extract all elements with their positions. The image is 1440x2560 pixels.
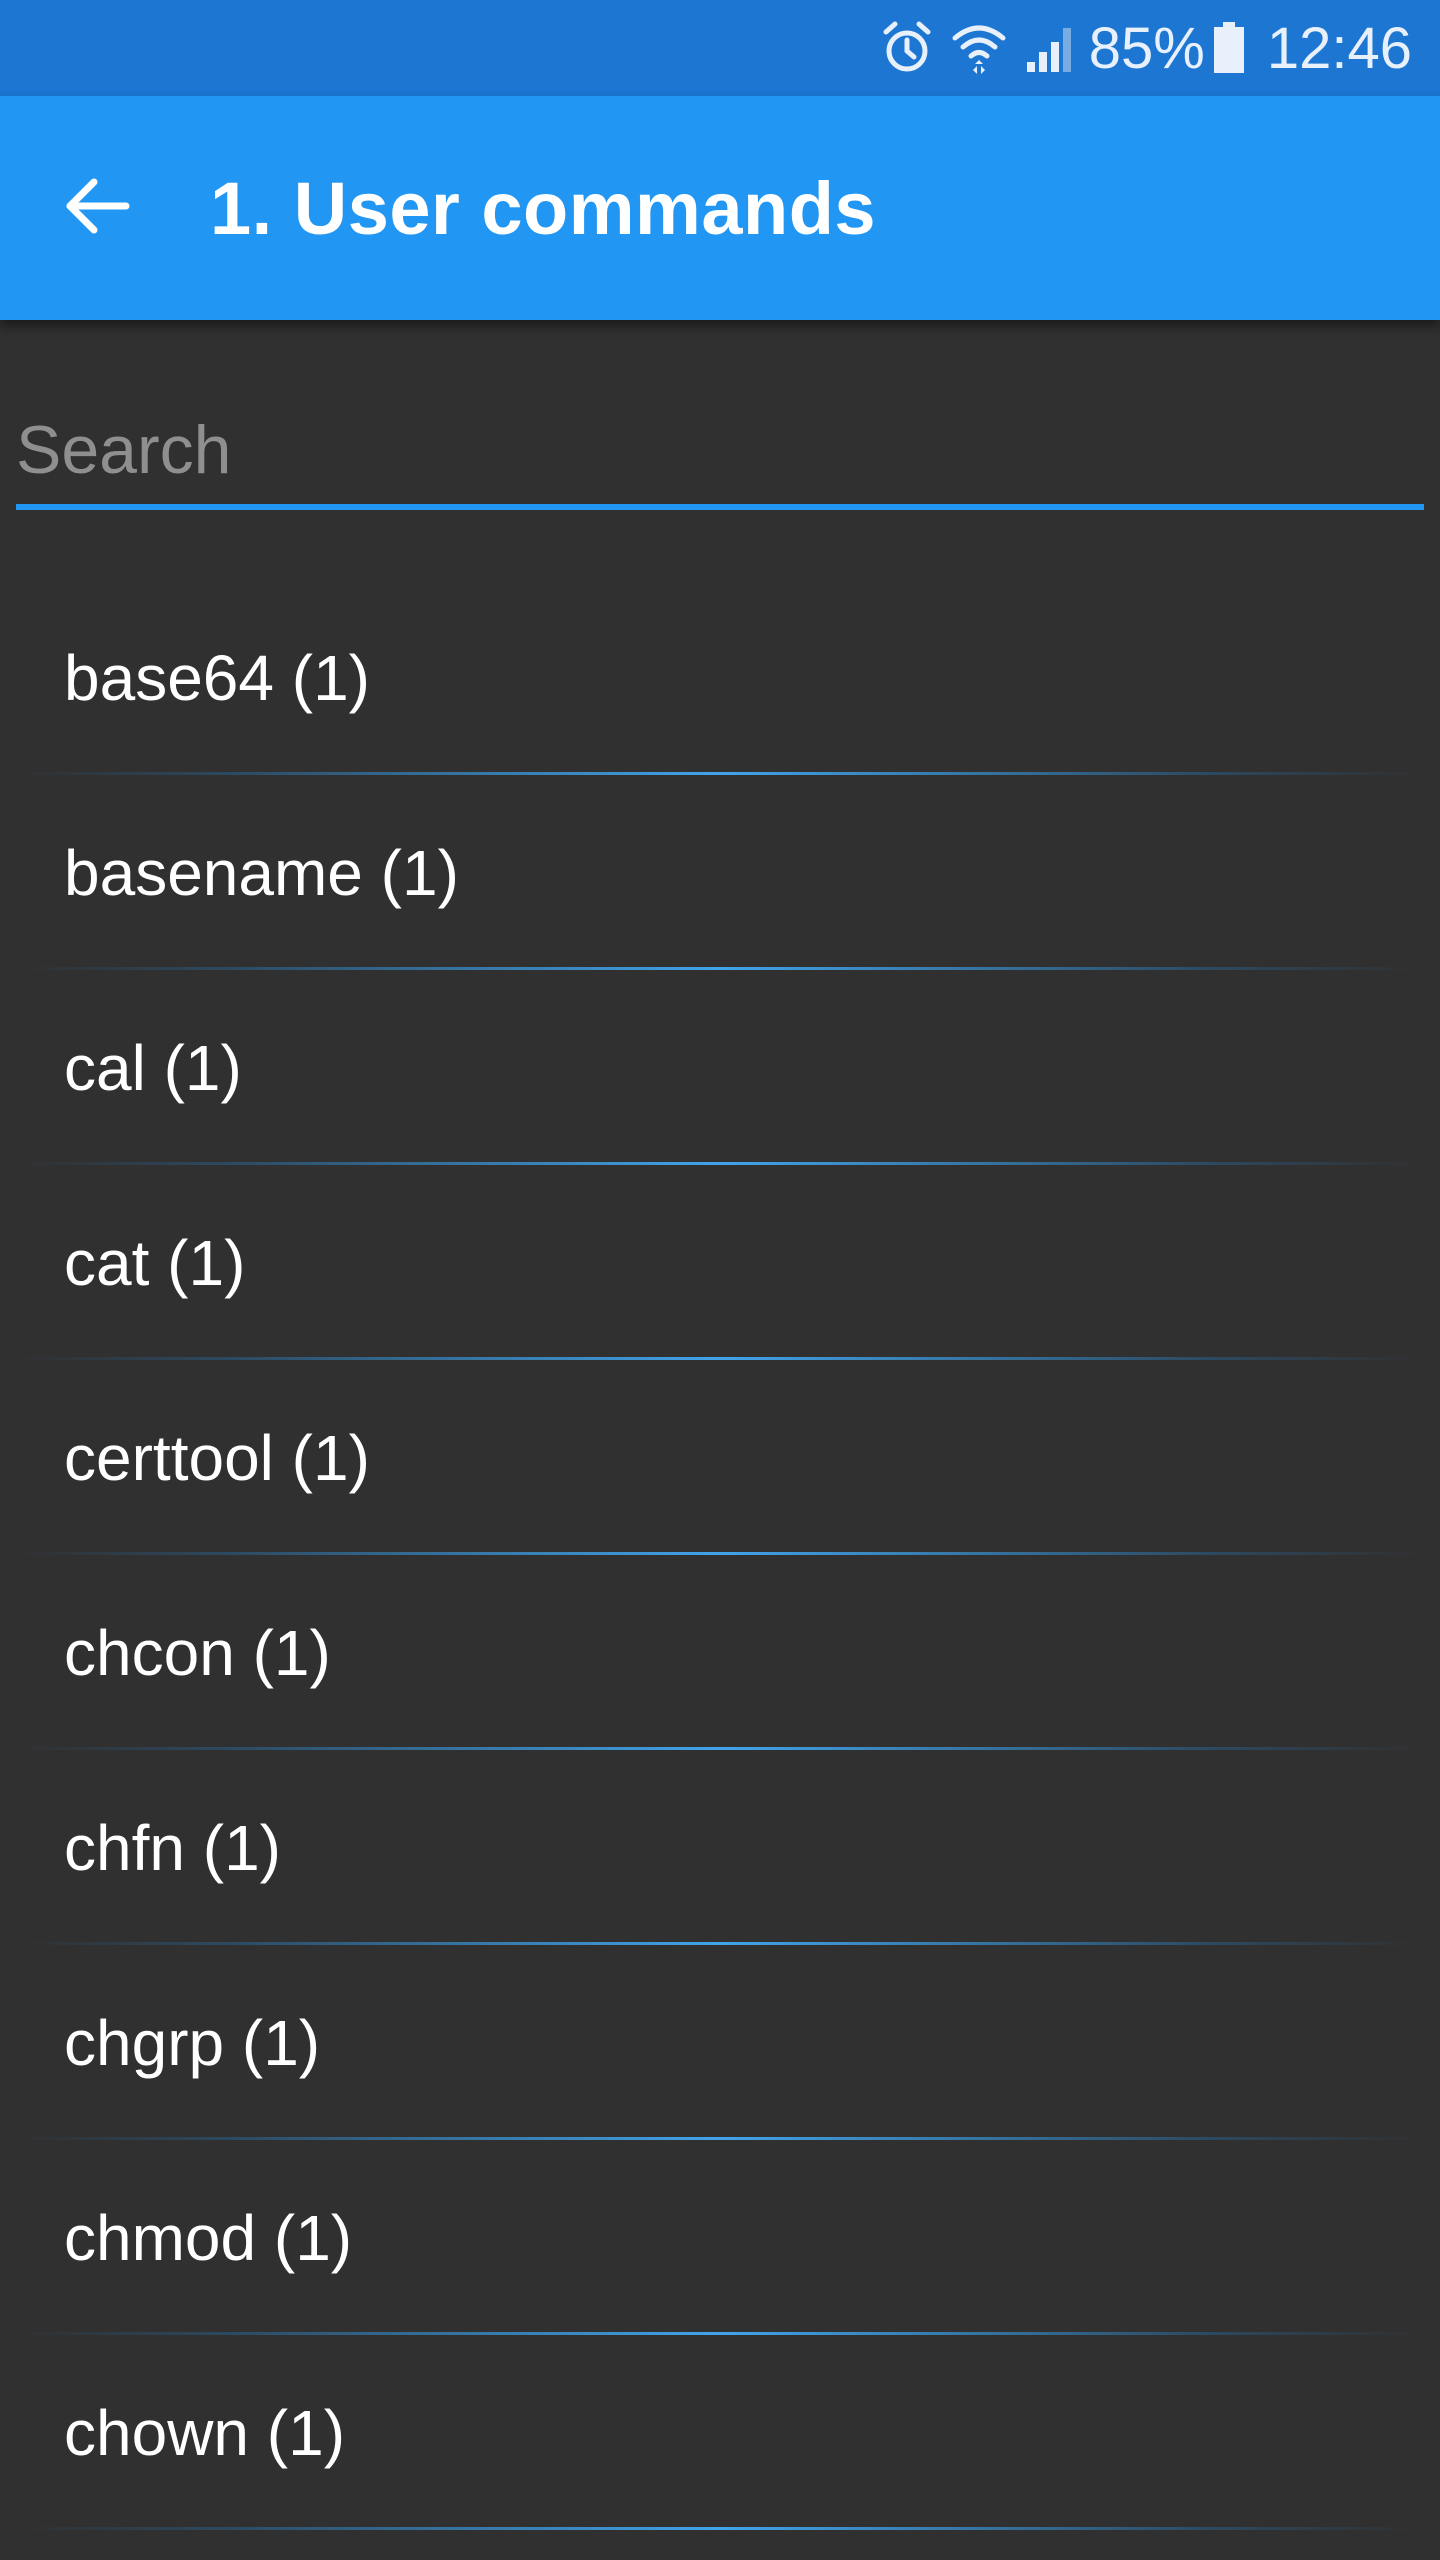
command-label: chown (1) <box>64 2396 345 2469</box>
status-bar: 85% 12:46 <box>0 0 1440 96</box>
clock-time: 12:46 <box>1266 15 1412 81</box>
list-item[interactable]: chgrp (1) <box>0 1945 1440 2140</box>
search-input[interactable] <box>16 400 1424 510</box>
search-container <box>16 400 1424 510</box>
list-item[interactable]: certtool (1) <box>0 1360 1440 1555</box>
command-label: certtool (1) <box>64 1421 370 1494</box>
list-item[interactable]: base64 (1) <box>0 580 1440 775</box>
command-label: cal (1) <box>64 1031 242 1104</box>
battery-percent: 85% <box>1088 15 1205 81</box>
command-label: chmod (1) <box>64 2201 353 2274</box>
command-label: chfn (1) <box>64 1811 281 1884</box>
app-bar: 1. User commands <box>0 96 1440 320</box>
list-item[interactable]: chmod (1) <box>0 2140 1440 2335</box>
list-item[interactable]: chfn (1) <box>0 1750 1440 1945</box>
command-label: chcon (1) <box>64 1616 331 1689</box>
page-title: 1. User commands <box>210 166 877 250</box>
list-divider <box>20 2527 1420 2530</box>
command-label: basename (1) <box>64 836 459 909</box>
command-label: base64 (1) <box>64 641 370 714</box>
list-item[interactable]: chcon (1) <box>0 1555 1440 1750</box>
command-label: chgrp (1) <box>64 2006 321 2079</box>
list-item[interactable]: chown (1) <box>0 2335 1440 2530</box>
signal-icon <box>1025 22 1079 74</box>
list-item[interactable]: cal (1) <box>0 970 1440 1165</box>
command-label: cat (1) <box>64 1226 246 1299</box>
command-list: base64 (1) basename (1) cal (1) cat (1) cert… <box>0 580 1440 2530</box>
alarm-icon <box>881 20 933 76</box>
wifi-icon <box>951 20 1007 76</box>
list-item[interactable]: basename (1) <box>0 775 1440 970</box>
list-item[interactable]: cat (1) <box>0 1165 1440 1360</box>
back-button[interactable] <box>46 158 146 258</box>
arrow-left-icon <box>60 174 132 243</box>
battery-icon <box>1213 22 1245 74</box>
